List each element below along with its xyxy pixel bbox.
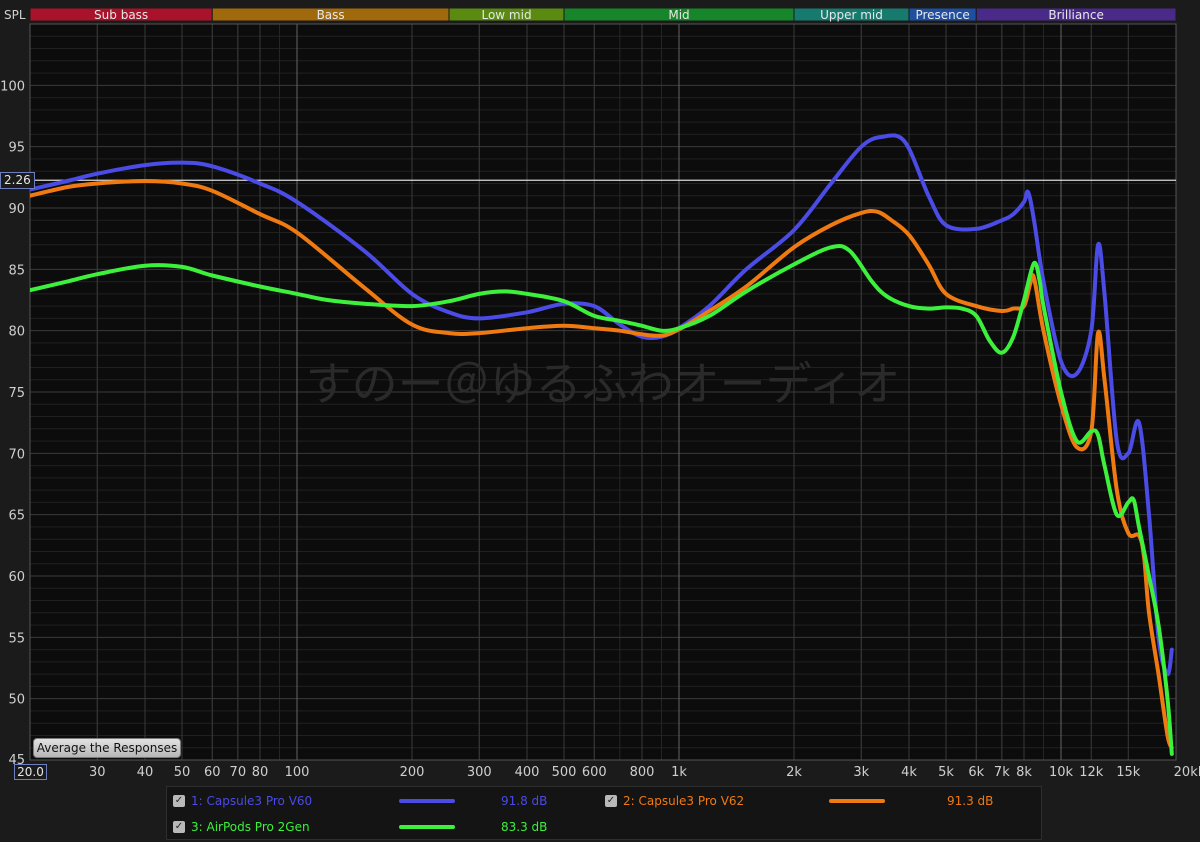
- legend-series-level: 83.3 dB: [501, 820, 548, 834]
- band-label: Presence: [915, 8, 969, 22]
- x-tick-label: 300: [467, 765, 492, 780]
- y-tick-label: 100: [0, 79, 25, 94]
- legend-series-name: 1: Capsule3 Pro V60: [191, 794, 313, 808]
- x-tick-label: 50: [174, 765, 191, 780]
- legend-series-name: 3: AirPods Pro 2Gen: [191, 820, 310, 834]
- watermark-text: すのー＠ゆるふわオーディオ: [306, 357, 901, 411]
- band-label: Upper mid: [820, 8, 883, 22]
- checkbox-checked-icon[interactable]: ✓: [173, 821, 185, 833]
- x-tick-label: 60: [204, 765, 221, 780]
- x-tick-label: 6k: [968, 765, 984, 780]
- x-tick-label: 7k: [994, 765, 1010, 780]
- y-tick-label: 95: [8, 141, 25, 156]
- legend-swatch: [399, 799, 455, 803]
- y-tick-label: 75: [8, 386, 25, 401]
- legend-item-1[interactable]: ✓ 1: Capsule3 Pro V60 91.8 dB: [171, 791, 591, 811]
- band-label: Mid: [668, 8, 689, 22]
- y-tick-label: 90: [8, 202, 25, 217]
- checkbox-checked-icon[interactable]: ✓: [173, 795, 185, 807]
- y-tick-label: 80: [8, 325, 25, 340]
- legend-item-2[interactable]: ✓ 2: Capsule3 Pro V62 91.3 dB: [603, 791, 1023, 811]
- x-tick-label: 500: [552, 765, 577, 780]
- frequency-response-chart[interactable]: Sub bass Bass Low mid Mid Upper mid Presence B…: [0, 0, 1200, 842]
- x-tick-label: 12k: [1079, 765, 1104, 780]
- x-tick-label: 40: [137, 765, 154, 780]
- x-tick-label: 30: [89, 765, 106, 780]
- legend-series-level: 91.3 dB: [947, 794, 994, 808]
- x-tick-label: 8k: [1016, 765, 1032, 780]
- x-tick-label: 600: [582, 765, 607, 780]
- y-tick-label: 50: [8, 693, 25, 708]
- y-tick-label: 60: [8, 570, 25, 585]
- x-tick-label: 400: [515, 765, 540, 780]
- legend-panel: ✓ 1: Capsule3 Pro V60 91.8 dB ✓ 2: Capsu…: [166, 786, 1042, 840]
- x-tick-label: 3k: [853, 765, 869, 780]
- x-tick-label: 10k: [1049, 765, 1074, 780]
- checkbox-checked-icon[interactable]: ✓: [605, 795, 617, 807]
- x-tick-label: 1k: [671, 765, 687, 780]
- x-tick-label: 70: [230, 765, 247, 780]
- y-tick-label: 55: [8, 631, 25, 646]
- x-axis-start-field[interactable]: 20.0: [14, 764, 47, 780]
- legend-series-level: 91.8 dB: [501, 794, 548, 808]
- y-axis-title: SPL: [4, 8, 26, 22]
- x-tick-label: 100: [285, 765, 310, 780]
- x-tick-label: 200: [400, 765, 425, 780]
- band-label: Bass: [317, 8, 345, 22]
- x-tick-label: 15k: [1116, 765, 1141, 780]
- y-tick-label: 70: [8, 447, 25, 462]
- band-label: Low mid: [481, 8, 531, 22]
- average-responses-button[interactable]: Average the Responses: [33, 738, 181, 758]
- band-label: Brilliance: [1048, 8, 1103, 22]
- cursor-level-readout: 2.26: [0, 172, 35, 190]
- x-tick-label: 80: [252, 765, 269, 780]
- x-tick-label: 4k: [901, 765, 917, 780]
- legend-swatch: [399, 825, 455, 829]
- x-tick-label: 800: [630, 765, 655, 780]
- x-tick-label: 2k: [786, 765, 802, 780]
- x-tick-label: 20kHz: [1174, 765, 1200, 780]
- x-tick-label: 5k: [938, 765, 954, 780]
- y-tick-label: 85: [8, 263, 25, 278]
- y-tick-label: 65: [8, 509, 25, 524]
- legend-swatch: [829, 799, 885, 803]
- band-label: Sub bass: [94, 8, 148, 22]
- legend-item-3[interactable]: ✓ 3: AirPods Pro 2Gen 83.3 dB: [171, 817, 591, 837]
- legend-series-name: 2: Capsule3 Pro V62: [623, 794, 745, 808]
